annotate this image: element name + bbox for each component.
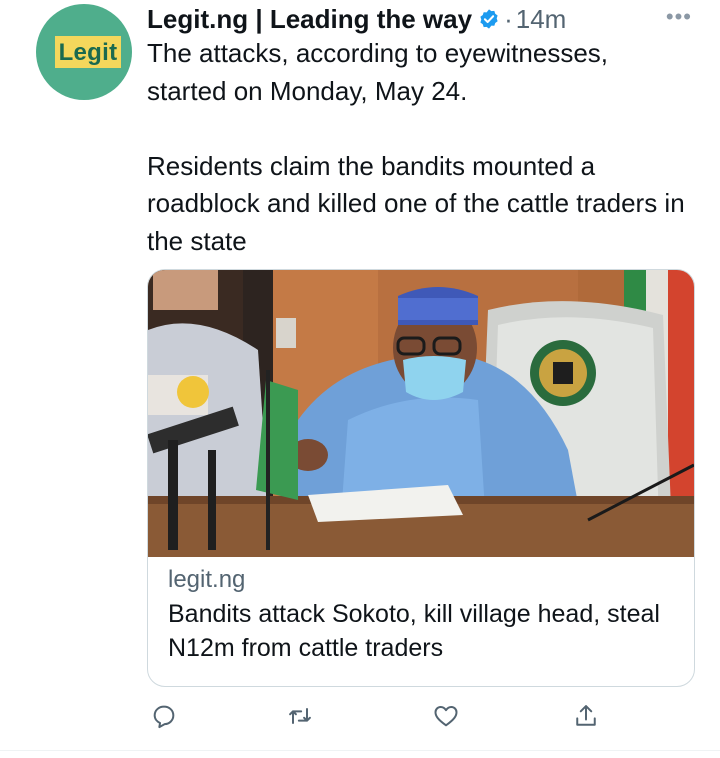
card-image: [148, 270, 694, 557]
author-name[interactable]: Legit.ng | Leading the way: [147, 4, 472, 35]
tweet-paragraph: The attacks, according to eyewitnesses, …: [147, 38, 609, 106]
speech-bubble-icon: [153, 705, 175, 729]
share-icon: [576, 705, 596, 726]
more-options-icon[interactable]: •••: [666, 4, 692, 30]
tweet-actions: [148, 700, 618, 736]
card-domain: legit.ng: [168, 566, 246, 593]
retweet-button[interactable]: [284, 700, 316, 732]
reply-button[interactable]: [148, 700, 180, 732]
divider: [0, 750, 720, 751]
tweet-text: The attacks, according to eyewitnesses, …: [147, 35, 687, 260]
card-title: Bandits attack Sokoto, kill village head…: [168, 600, 660, 662]
timestamp[interactable]: 14m: [516, 4, 567, 35]
share-button[interactable]: [570, 700, 602, 732]
verified-badge-icon: [480, 9, 498, 29]
separator-dot: ·: [504, 3, 513, 34]
tweet-header: Legit.ng | Leading the way · 14m: [147, 2, 696, 36]
retweet-icon: [289, 708, 311, 724]
card-body: legit.ng Bandits attack Sokoto, kill vil…: [148, 557, 694, 665]
tweet-paragraph: Residents claim the bandits mounted a ro…: [147, 150, 685, 256]
avatar-logo-text: Legit: [54, 36, 122, 68]
heart-icon: [434, 706, 458, 727]
card-photo: [148, 270, 694, 557]
link-card[interactable]: legit.ng Bandits attack Sokoto, kill vil…: [147, 269, 695, 687]
avatar[interactable]: Legit: [36, 4, 132, 100]
like-button[interactable]: [430, 700, 462, 732]
